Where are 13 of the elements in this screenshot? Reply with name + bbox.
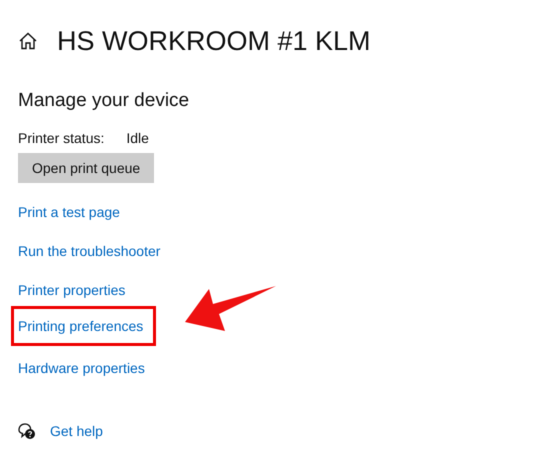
get-help-link[interactable]: Get help — [50, 421, 103, 442]
settings-link[interactable]: Printing preferences — [11, 306, 156, 346]
settings-link[interactable]: Printer properties — [18, 281, 126, 299]
open-queue-button[interactable]: Open print queue — [18, 153, 154, 183]
status-label: Printer status: — [18, 129, 104, 147]
status-value: Idle — [126, 129, 149, 147]
settings-link[interactable]: Print a test page — [18, 203, 120, 221]
home-icon[interactable] — [18, 31, 38, 51]
page-title: HS WORKROOM #1 KLM — [57, 25, 371, 58]
settings-link[interactable]: Run the troubleshooter — [18, 242, 160, 260]
section-heading: Manage your device — [18, 89, 190, 113]
settings-link[interactable]: Hardware properties — [18, 359, 145, 377]
help-chat-icon — [18, 423, 36, 440]
